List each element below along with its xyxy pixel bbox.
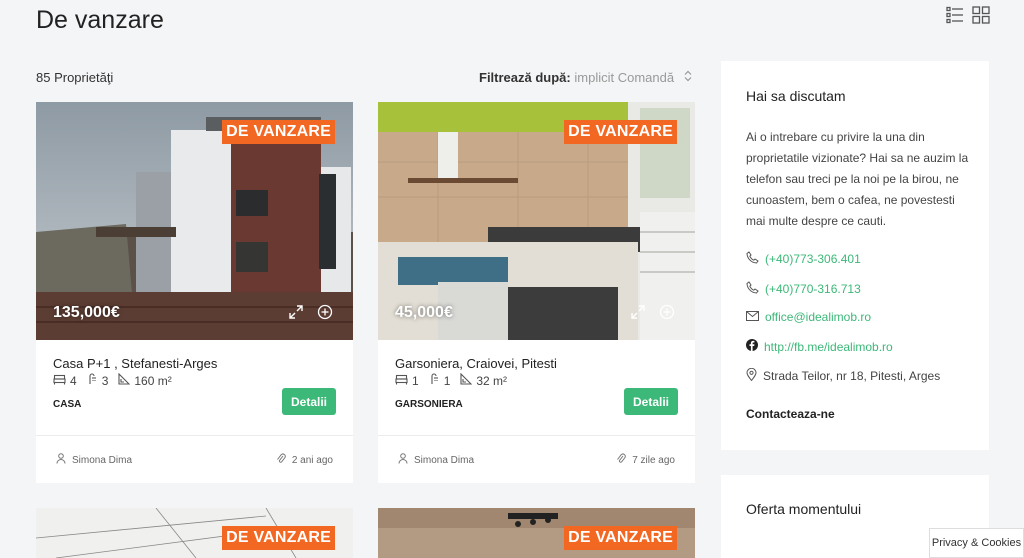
area-feature: 160 m² (118, 372, 172, 388)
listing-features: 1 1 32 m² (395, 372, 508, 388)
listing-agent[interactable]: Simona Dima (398, 453, 474, 467)
facebook-row[interactable]: http://fb.me/idealimob.ro (746, 339, 893, 354)
details-button[interactable]: Detalii (624, 388, 678, 415)
area-icon (118, 372, 131, 388)
beds-count: 1 (412, 373, 419, 388)
address-text: Strada Teilor, nr 18, Pitesti, Arges (763, 369, 941, 383)
phone-row-2[interactable]: (+40)770-316.713 (746, 281, 861, 297)
property-type: GARSONIERA (395, 399, 463, 410)
sale-badge: DE VANZARE (222, 120, 335, 144)
contact-widget: Hai sa discutam Ai o intrebare cu privir… (721, 61, 989, 450)
sale-badge: DE VANZARE (564, 120, 677, 144)
baths-feature: 3 (87, 373, 109, 388)
listing-title[interactable]: Casa P+1 , Stefanesti-Arges (53, 356, 217, 371)
phone-row-1[interactable]: (+40)773-306.401 (746, 251, 861, 267)
listing-card[interactable]: DE VANZARE (378, 508, 695, 558)
email-link[interactable]: office@idealimob.ro (765, 310, 871, 324)
sale-badge: DE VANZARE (564, 526, 677, 550)
contact-us-link[interactable]: Contacteaza-ne (746, 407, 835, 421)
phone-icon (746, 251, 759, 267)
listing-price: 135,000€ (53, 304, 120, 321)
shower-icon (429, 373, 440, 388)
baths-feature: 1 (429, 373, 451, 388)
area-value: 160 m² (134, 373, 172, 388)
phone-icon (746, 281, 759, 297)
listing-photo[interactable]: DE VANZARE (36, 508, 353, 558)
shower-icon (87, 373, 98, 388)
email-row[interactable]: office@idealimob.ro (746, 310, 871, 324)
listing-features: 4 3 160 m² (53, 372, 172, 388)
expand-icon[interactable] (288, 304, 304, 320)
address-row: Strada Teilor, nr 18, Pitesti, Arges (746, 367, 941, 384)
sort-filter[interactable]: Filtrează după: implicit Comandă (479, 70, 692, 85)
sale-badge: DE VANZARE (222, 526, 335, 550)
details-button[interactable]: Detalii (282, 388, 336, 415)
facebook-link[interactable]: http://fb.me/idealimob.ro (764, 340, 893, 354)
sort-chevron-icon[interactable] (684, 70, 692, 85)
area-icon (460, 372, 473, 388)
paperclip-icon (616, 453, 626, 467)
page-title: De vanzare (36, 6, 164, 34)
view-toggles (946, 6, 990, 24)
paperclip-icon (276, 453, 286, 467)
listing-photo[interactable]: DE VANZARE (378, 508, 695, 558)
listing-card[interactable]: DE VANZARE 135,000€ Casa P+1 , Stefanest… (36, 102, 353, 483)
listing-age: 7 zile ago (616, 453, 675, 467)
listing-photo[interactable]: DE VANZARE 45,000€ (378, 102, 695, 340)
listing-title[interactable]: Garsoniera, Craiovei, Pitesti (395, 356, 557, 371)
results-count: 85 Proprietăţi (36, 70, 114, 85)
facebook-icon (746, 339, 758, 354)
property-type: CASA (53, 399, 82, 410)
phone-link-2[interactable]: (+40)770-316.713 (765, 282, 861, 296)
expand-icon[interactable] (630, 304, 646, 320)
listing-age-text: 7 zile ago (632, 454, 675, 466)
offer-widget-title: Oferta momentului (746, 501, 862, 517)
map-pin-icon (746, 367, 757, 384)
card-divider (36, 435, 353, 436)
area-value: 32 m² (476, 373, 508, 388)
filter-value[interactable]: implicit Comandă (574, 70, 674, 85)
grid-view-icon[interactable] (972, 6, 990, 24)
contact-widget-title: Hai sa discutam (746, 88, 846, 104)
listing-card[interactable]: DE VANZARE 45,000€ Garsoniera, Craiovei,… (378, 102, 695, 483)
listing-agent[interactable]: Simona Dima (56, 453, 132, 467)
user-icon (398, 453, 408, 467)
listing-photo[interactable]: DE VANZARE 135,000€ (36, 102, 353, 340)
add-favorite-icon[interactable] (659, 304, 675, 320)
listing-age: 2 ani ago (276, 453, 333, 467)
agent-name[interactable]: Simona Dima (414, 455, 474, 466)
baths-count: 3 (101, 373, 109, 388)
filter-label: Filtrează după: (479, 70, 571, 85)
card-divider (378, 435, 695, 436)
beds-feature: 4 (53, 374, 77, 388)
phone-link-1[interactable]: (+40)773-306.401 (765, 252, 861, 266)
add-favorite-icon[interactable] (317, 304, 333, 320)
envelope-icon (746, 310, 759, 324)
beds-feature: 1 (395, 374, 419, 388)
agent-name[interactable]: Simona Dima (72, 455, 132, 466)
bed-icon (53, 374, 66, 388)
list-view-icon[interactable] (946, 6, 964, 24)
listing-age-text: 2 ani ago (291, 454, 333, 466)
user-icon (56, 453, 66, 467)
beds-count: 4 (70, 373, 77, 388)
area-feature: 32 m² (460, 372, 508, 388)
listing-price: 45,000€ (395, 304, 453, 321)
contact-widget-text: Ai o intrebare cu privire la una din pro… (746, 130, 969, 228)
privacy-cookies-button[interactable]: Privacy & Cookies (929, 528, 1024, 558)
bed-icon (395, 374, 408, 388)
baths-count: 1 (443, 373, 451, 388)
listing-card[interactable]: DE VANZARE (36, 508, 353, 558)
